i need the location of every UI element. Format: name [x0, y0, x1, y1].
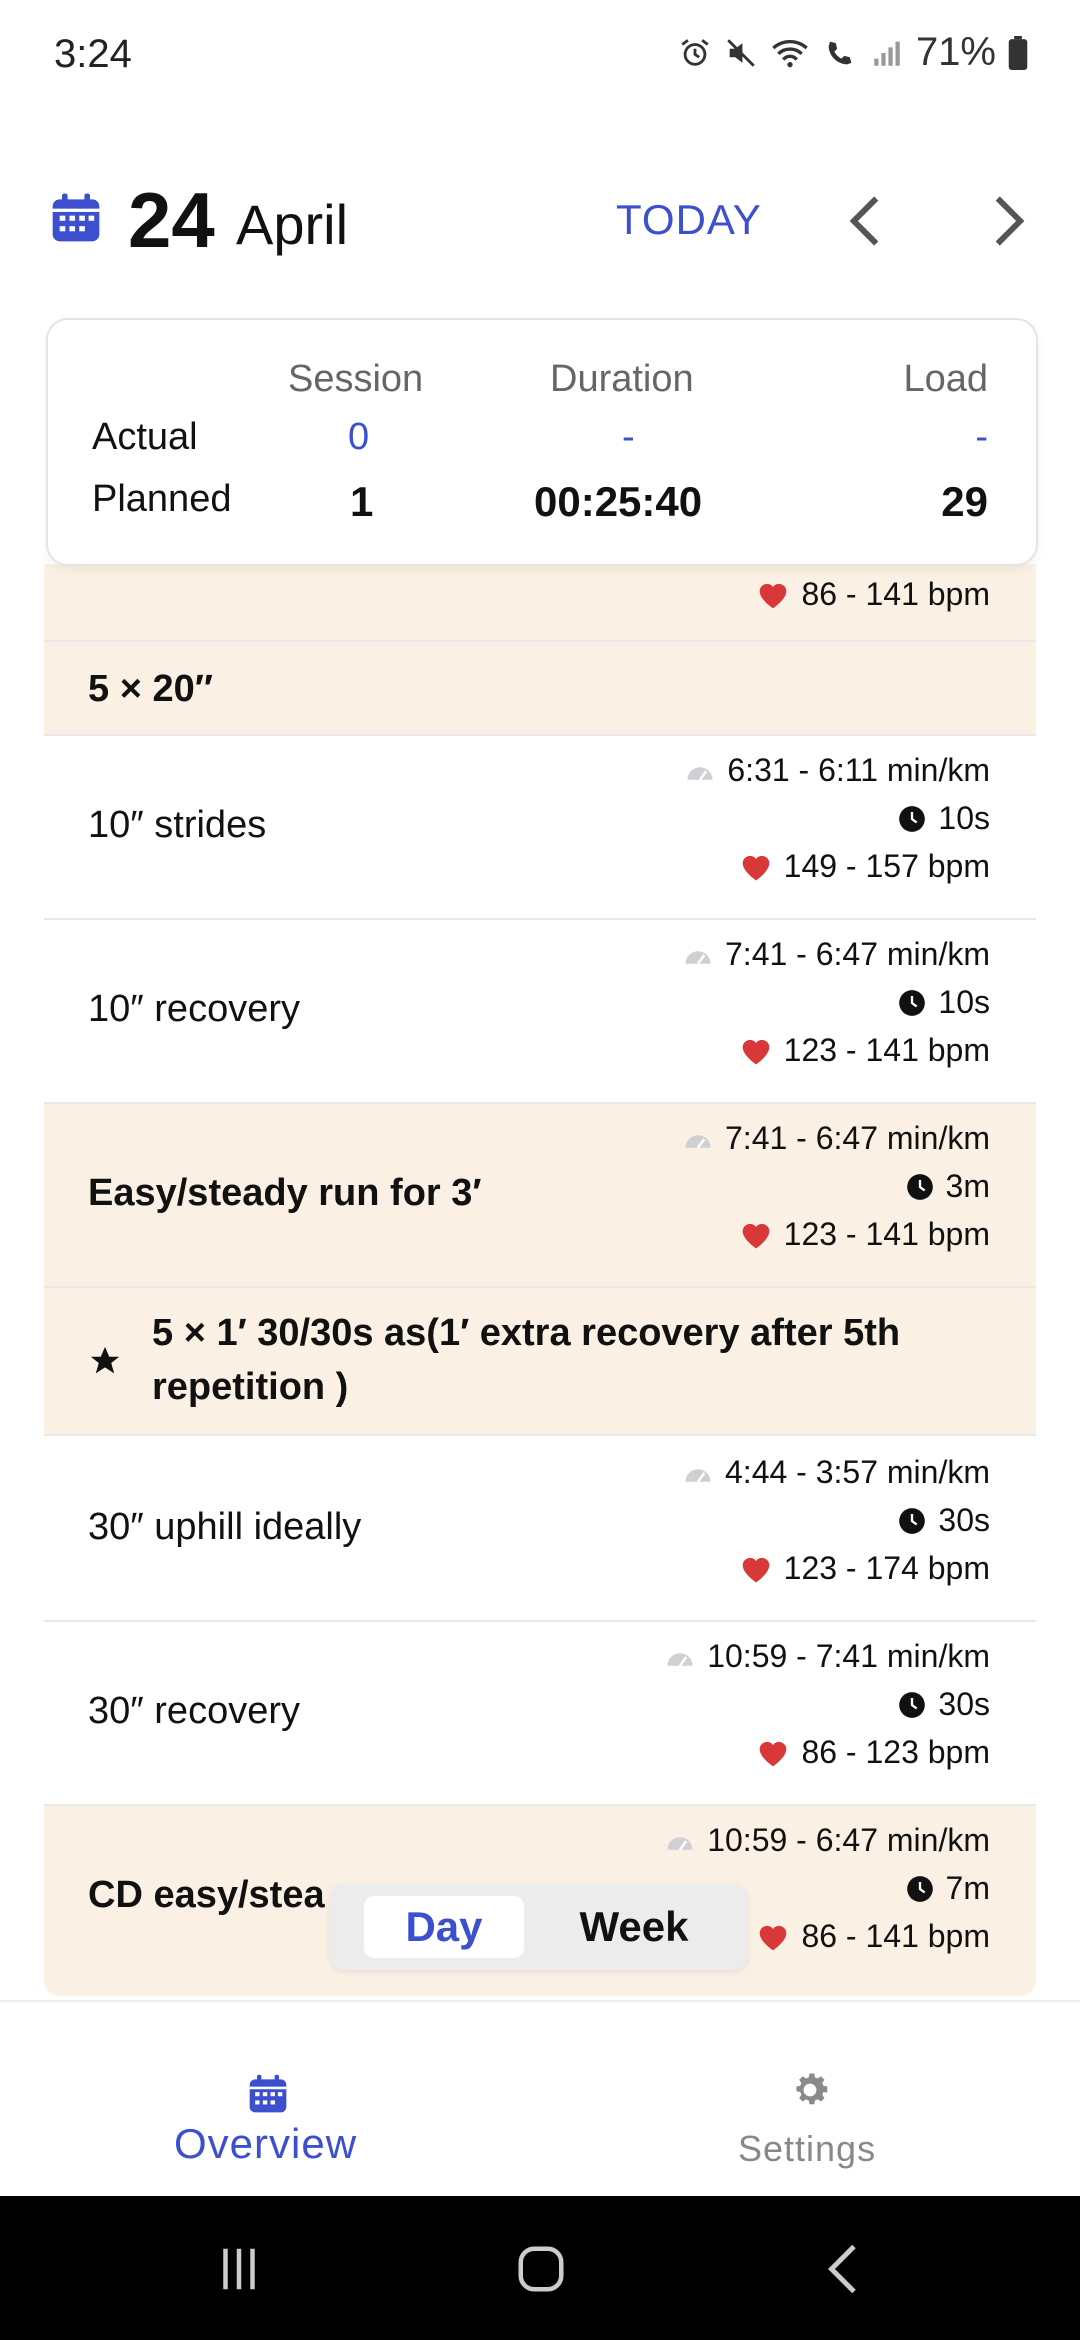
toggle-week-button[interactable]: Week: [554, 1896, 714, 1958]
step-title: Easy/steady run for 3′: [88, 1172, 482, 1214]
clock-icon: [906, 1875, 933, 1902]
clock-icon: [899, 805, 926, 832]
col-duration-header: Duration: [550, 358, 694, 400]
chevron-right-icon[interactable]: [984, 194, 1034, 248]
battery-icon: [1008, 35, 1028, 70]
heart-icon: [760, 1925, 787, 1950]
group-header[interactable]: 5 × 1′ 30/30s as(1′ extra recovery after…: [44, 1288, 1036, 1436]
wifi-icon: [772, 39, 808, 67]
summary-card: Session Duration Load Actual 0 - - Plann…: [46, 318, 1038, 566]
col-session-header: Session: [288, 358, 424, 400]
recent-apps-icon[interactable]: [212, 2242, 266, 2296]
pace-range: 10:59 - 6:47 min/km: [665, 1822, 990, 1859]
pace-range: 10:59 - 7:41 min/km: [665, 1638, 990, 1675]
list-item[interactable]: 86 - 141 bpm: [44, 564, 1036, 642]
actual-load: -: [975, 416, 988, 458]
actual-label: Actual: [92, 416, 198, 458]
duration: 10s: [898, 800, 990, 837]
step-title: CD easy/stea: [88, 1874, 325, 1916]
calendar-icon[interactable]: [246, 2072, 290, 2116]
speedometer-icon: [667, 1836, 693, 1850]
gear-icon[interactable]: [788, 2068, 832, 2112]
today-button[interactable]: TODAY: [616, 170, 762, 270]
nav-overview-tab[interactable]: Overview: [174, 2120, 357, 2168]
group-title: 5 × 20″: [88, 668, 213, 710]
hr-range: 123 - 141 bpm: [740, 1032, 990, 1069]
duration: 3m: [906, 1168, 990, 1205]
view-toggle: Day Week: [330, 1884, 748, 1970]
duration: 30s: [898, 1502, 990, 1539]
clock-icon: [906, 1173, 933, 1200]
col-load-header: Load: [903, 358, 988, 400]
system-navigation-bar: [0, 2196, 1080, 2340]
speedometer-icon: [685, 1468, 711, 1482]
duration: 30s: [898, 1686, 990, 1723]
hr-range: 86 - 141 bpm: [757, 1918, 990, 1955]
workout-steps-list[interactable]: 86 - 141 bpm 5 × 20″ 10″ strides 6:31 - …: [44, 564, 1036, 1996]
actual-session: 0: [348, 416, 370, 458]
step-title: 30″ uphill ideally: [88, 1506, 362, 1548]
clock-icon: [899, 989, 926, 1016]
planned-duration: 00:25:40: [534, 478, 703, 525]
speedometer-icon: [667, 1652, 693, 1666]
planned-load: 29: [941, 478, 988, 525]
group-title-line2: repetition ): [152, 1366, 349, 1408]
planned-session: 1: [350, 478, 374, 525]
pace-range: 7:41 - 6:47 min/km: [683, 1120, 990, 1157]
toggle-day-button[interactable]: Day: [364, 1896, 524, 1958]
star-icon: [90, 1346, 120, 1374]
heart-icon: [742, 1557, 769, 1582]
hr-range: 123 - 141 bpm: [740, 1216, 990, 1253]
pace-range: 7:41 - 6:47 min/km: [683, 936, 990, 973]
group-header[interactable]: 5 × 20″: [44, 642, 1036, 736]
group-title-line1: 5 × 1′ 30/30s as(1′ extra recovery after…: [152, 1312, 901, 1354]
step-title: 10″ strides: [88, 804, 267, 846]
clock-icon: [899, 1507, 926, 1534]
chevron-left-icon[interactable]: [840, 194, 890, 248]
wifi-call-icon: [828, 41, 852, 64]
duration: 7m: [906, 1870, 990, 1907]
speedometer-icon: [687, 766, 713, 780]
date-month: April: [236, 193, 349, 256]
speedometer-icon: [685, 950, 711, 964]
date-header: 24 April TODAY: [0, 170, 1080, 270]
step-title: 10″ recovery: [88, 988, 300, 1030]
back-icon[interactable]: [818, 2242, 872, 2296]
speedometer-icon: [685, 1134, 711, 1148]
status-icons: 71%: [678, 30, 1028, 75]
planned-label: Planned: [92, 478, 232, 520]
pace-range: 6:31 - 6:11 min/km: [685, 752, 990, 789]
actual-duration: -: [622, 416, 635, 458]
heart-icon: [760, 1741, 787, 1766]
list-item[interactable]: 30″ uphill ideally 4:44 - 3:57 min/km 30…: [44, 1436, 1036, 1622]
calendar-icon[interactable]: [48, 190, 104, 246]
alarm-icon: [681, 38, 709, 66]
heart-icon: [742, 855, 769, 880]
pace-range: 4:44 - 3:57 min/km: [683, 1454, 990, 1491]
status-bar: 3:24 71%: [0, 0, 1080, 110]
hr-range: 123 - 174 bpm: [740, 1550, 990, 1587]
duration: 10s: [898, 984, 990, 1021]
battery-percent: 71%: [915, 30, 996, 74]
list-item[interactable]: 10″ recovery 7:41 - 6:47 min/km 10s 123 …: [44, 920, 1036, 1104]
bottom-navigation: Overview Settings: [0, 2000, 1080, 2198]
hr-range: 149 - 157 bpm: [740, 848, 990, 885]
list-item[interactable]: 10″ strides 6:31 - 6:11 min/km 10s 149 -…: [44, 736, 1036, 920]
heart-icon: [760, 583, 787, 608]
signal-icon: [874, 41, 900, 66]
status-time: 3:24: [54, 32, 132, 76]
hr-range: 86 - 123 bpm: [757, 1734, 990, 1771]
clock-icon: [899, 1691, 926, 1718]
step-title: 30″ recovery: [88, 1690, 300, 1732]
heart-icon: [742, 1223, 769, 1248]
heart-icon: [742, 1039, 769, 1064]
date-day: 24: [128, 176, 215, 264]
hr-range: 86 - 141 bpm: [757, 576, 990, 613]
home-icon[interactable]: [514, 2242, 568, 2296]
list-item[interactable]: Easy/steady run for 3′ 7:41 - 6:47 min/k…: [44, 1104, 1036, 1288]
mute-icon: [727, 38, 755, 67]
list-item[interactable]: 30″ recovery 10:59 - 7:41 min/km 30s 86 …: [44, 1622, 1036, 1806]
nav-settings-tab[interactable]: Settings: [738, 2128, 876, 2170]
